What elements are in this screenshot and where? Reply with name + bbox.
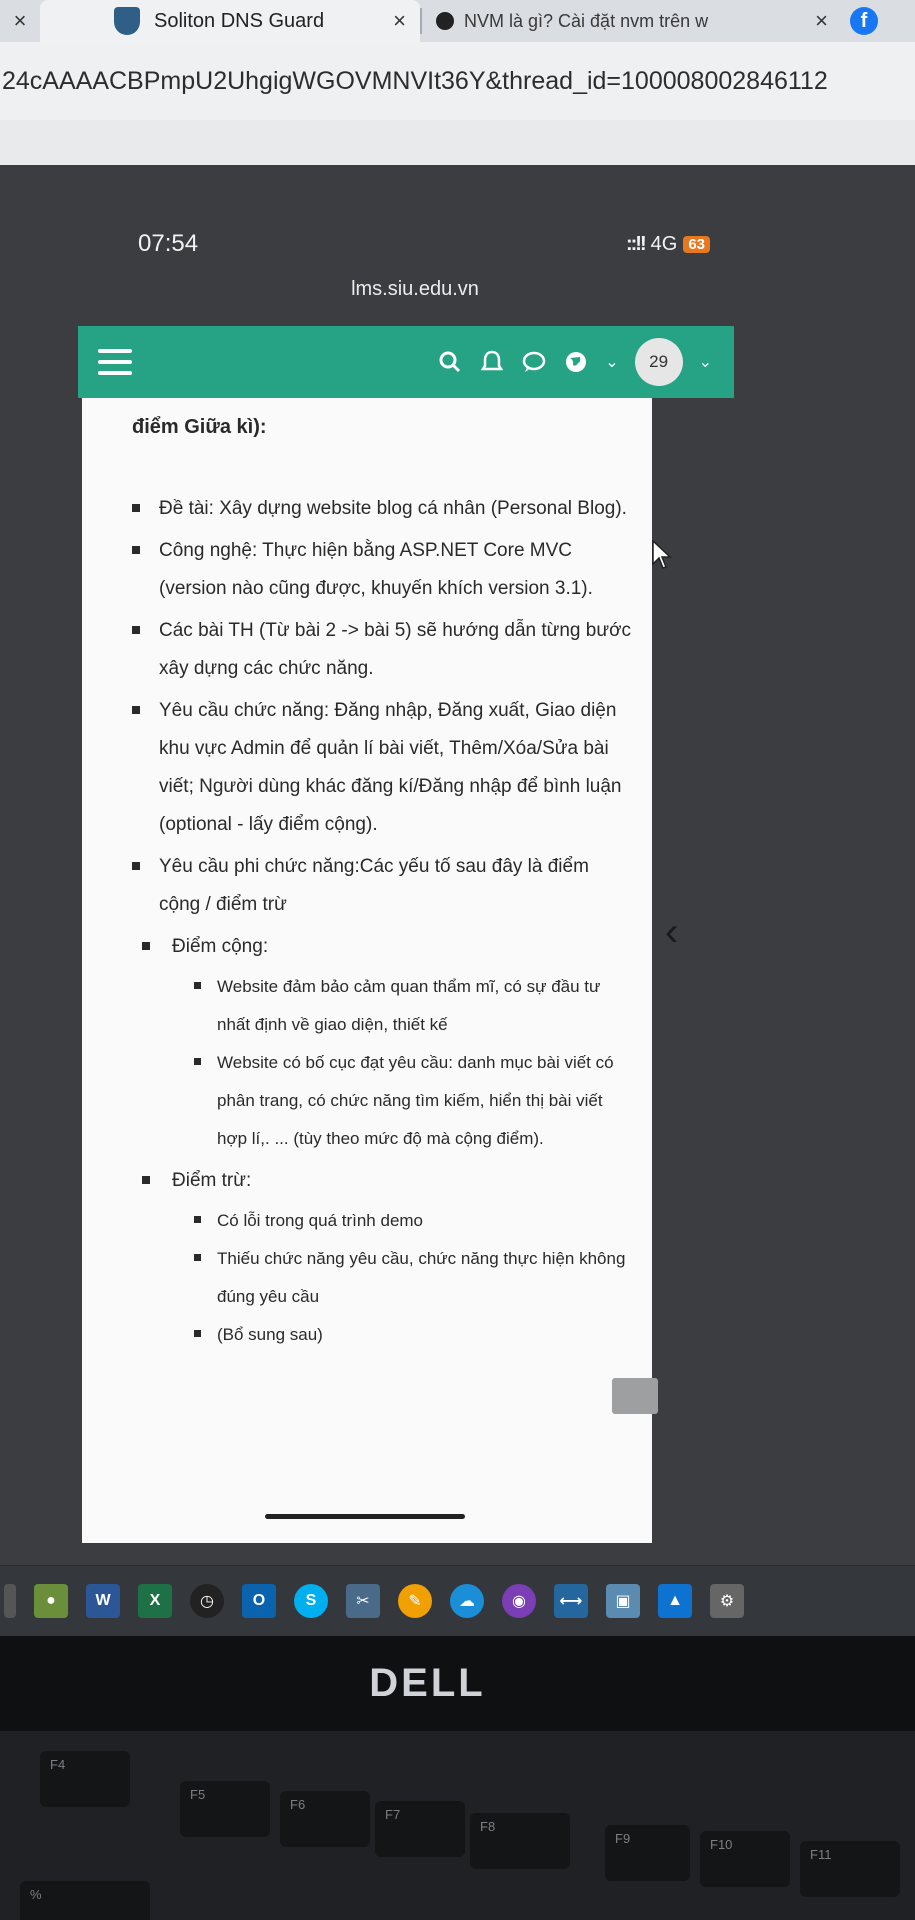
tab-soliton-dns-guard[interactable]: Soliton DNS Guard × [40, 0, 420, 42]
shield-icon [114, 7, 140, 35]
image-app-icon[interactable]: ▣ [606, 1584, 640, 1618]
facebook-icon[interactable]: f [850, 7, 878, 35]
address-bar[interactable]: 24cAAAACBPmpU2UhgigWGOVMNVIt36Y&thread_i… [0, 42, 915, 120]
cloud-app-icon[interactable]: ☁ [450, 1584, 484, 1618]
list-item: Yêu cầu chức năng: Đăng nhập, Đăng xuất,… [132, 692, 632, 844]
list-item: Website có bố cục đạt yêu cầu: danh mục … [194, 1044, 632, 1158]
status-time: 07:54 [138, 230, 199, 257]
site-domain: lms.siu.edu.vn [351, 278, 479, 300]
menu-icon[interactable] [98, 349, 132, 375]
excel-app-icon[interactable]: X [138, 1584, 172, 1618]
list-item: (Bổ sung sau) [194, 1316, 632, 1354]
list-item: Thiếu chức năng yêu cầu, chức năng thực … [194, 1240, 632, 1316]
skype-app-icon[interactable]: S [294, 1584, 328, 1618]
mouse-cursor-icon [652, 539, 672, 575]
minus-points-label: Điểm trừ: [172, 1170, 252, 1191]
phone-status-bar: 07:54 ::!! 4G 63 [120, 222, 710, 266]
security-app-icon[interactable]: ▲ [658, 1584, 692, 1618]
home-indicator[interactable] [265, 1514, 465, 1519]
bell-icon[interactable] [479, 349, 505, 375]
key-f7: F7 [375, 1801, 465, 1857]
key-f5: F5 [180, 1781, 270, 1837]
key-percent: % [20, 1881, 150, 1920]
chevron-down-icon[interactable]: ⌄ [699, 352, 712, 372]
status-right: ::!! 4G 63 [626, 233, 710, 256]
chevron-left-icon[interactable]: ‹ [665, 910, 678, 955]
list-item: Website đảm bảo cảm quan thẩm mĩ, có sự … [194, 968, 632, 1044]
key-f9: F9 [605, 1825, 690, 1881]
list-item: Có lỗi trong quá trình demo [194, 1202, 632, 1240]
user-avatar[interactable]: 29 [634, 338, 683, 386]
settings-app-icon[interactable]: ⚙ [710, 1584, 744, 1618]
plus-points-label: Điểm cộng: [172, 936, 269, 957]
key-f11: F11 [800, 1841, 900, 1897]
close-icon[interactable]: × [815, 8, 828, 34]
snipping-tool-icon[interactable]: ✂ [346, 1584, 380, 1618]
close-icon[interactable]: × [393, 8, 406, 34]
page-background [0, 120, 915, 170]
clock-app-icon[interactable]: ◷ [190, 1584, 224, 1618]
battery-icon: 63 [683, 235, 710, 253]
pencil-app-icon[interactable]: ✎ [398, 1584, 432, 1618]
network-type: 4G [650, 232, 678, 255]
word-app-icon[interactable]: W [86, 1584, 120, 1618]
lms-app-bar: ⌄ 29 ⌄ [78, 326, 734, 398]
tab-title: Soliton DNS Guard [154, 9, 325, 32]
favicon-icon [436, 12, 454, 30]
url-text: 24cAAAACBPmpU2UhgigWGOVMNVIt36Y&thread_i… [2, 66, 828, 95]
section-heading: điểm Giữa kì): [132, 416, 267, 438]
chevron-down-icon[interactable]: ⌄ [605, 352, 618, 372]
key-f8: F8 [470, 1813, 570, 1869]
monitor-brand-logo: DELL [369, 1661, 486, 1705]
scroll-to-top-button[interactable] [612, 1378, 658, 1414]
plus-points-group: Điểm cộng: Website đảm bảo cảm quan thẩm… [142, 928, 632, 1158]
list-item: Đề tài: Xây dựng website blog cá nhân (P… [132, 490, 632, 528]
chat-icon[interactable] [521, 349, 547, 375]
minus-points-group: Điểm trừ: Có lỗi trong quá trình demo Th… [142, 1162, 632, 1354]
key-f6: F6 [280, 1791, 370, 1847]
requirements-list: Đề tài: Xây dựng website blog cá nhân (P… [132, 490, 632, 1358]
list-item: Yêu cầu phi chức năng:Các yếu tố sau đây… [132, 848, 632, 924]
appbar-actions: ⌄ 29 ⌄ [437, 338, 712, 386]
forum-post-content: điểm Giữa kì): Đề tài: Xây dựng website … [82, 398, 652, 1543]
plus-points-list: Website đảm bảo cảm quan thẩm mĩ, có sự … [194, 968, 632, 1158]
close-tab-icon[interactable]: × [0, 0, 40, 42]
keyboard: F4 F5 F6 F7 F8 F9 F10 F11 % [0, 1731, 915, 1920]
search-icon[interactable] [437, 349, 463, 375]
tab-title: NVM là gì? Cài đặt nvm trên w [464, 10, 709, 31]
vscode-app-icon[interactable]: ⟷ [554, 1584, 588, 1618]
photos-app-icon[interactable]: ● [34, 1584, 68, 1618]
tab-nvm[interactable]: NVM là gì? Cài đặt nvm trên w × [422, 0, 842, 42]
tor-browser-icon[interactable]: ◉ [502, 1584, 536, 1618]
browser-tab-bar: × Soliton DNS Guard × NVM là gì? Cài đặt… [0, 0, 915, 42]
list-item: Các bài TH (Từ bài 2 -> bài 5) sẽ hướng … [132, 612, 632, 688]
list-item: Công nghệ: Thực hiện bằng ASP.NET Core M… [132, 532, 632, 608]
outlook-app-icon[interactable]: O [242, 1584, 276, 1618]
key-f4: F4 [40, 1751, 130, 1807]
windows-taskbar: ● W X ◷ O S ✂ ✎ ☁ ◉ ⟷ ▣ ▲ ⚙ [0, 1566, 915, 1636]
minus-points-list: Có lỗi trong quá trình demo Thiếu chức n… [194, 1202, 632, 1354]
signal-icon: ::!! [625, 232, 647, 255]
globe-icon[interactable] [563, 349, 589, 375]
key-f10: F10 [700, 1831, 790, 1887]
monitor-bezel: DELL [0, 1636, 915, 1731]
taskbar-edge [4, 1584, 16, 1618]
